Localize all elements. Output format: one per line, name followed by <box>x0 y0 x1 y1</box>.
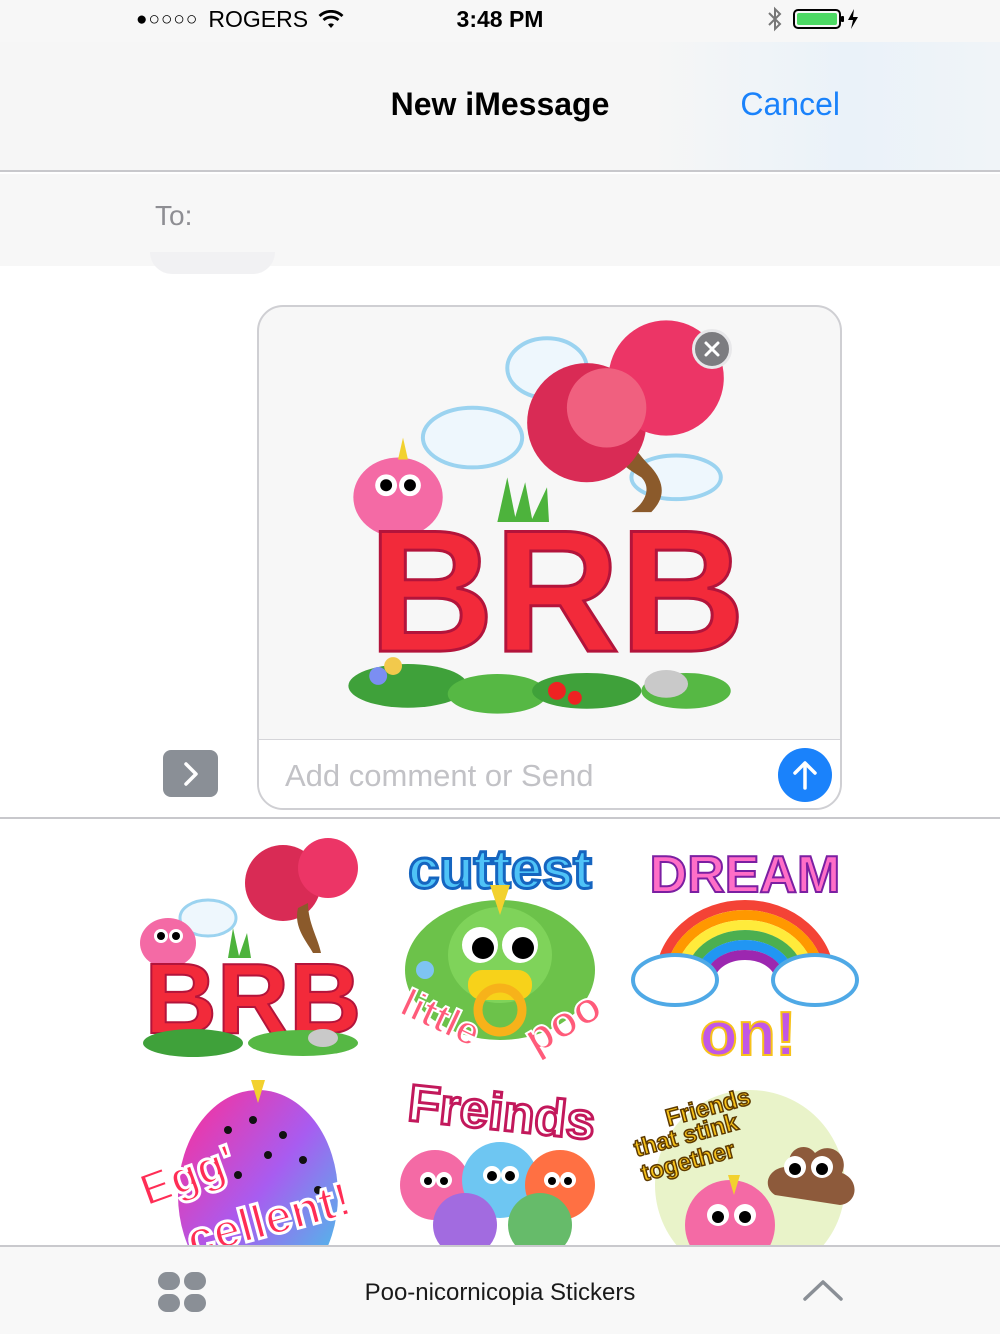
battery-charging-icon <box>793 9 858 29</box>
cancel-button[interactable]: Cancel <box>740 86 840 123</box>
navigation-bar: New iMessage Cancel <box>0 42 1000 172</box>
chevron-right-icon <box>183 761 198 786</box>
bluetooth-icon <box>768 6 782 32</box>
chevron-up-icon[interactable] <box>802 1277 844 1303</box>
close-icon <box>704 341 720 357</box>
sticker-pack-title: Poo-nicornicopia Stickers <box>364 1279 636 1306</box>
sticker-friends-that-stink[interactable]: Friends that stink together <box>630 1075 865 1245</box>
expand-apps-button[interactable] <box>163 750 218 797</box>
status-bar: ●○○○○ ROGERS 3:48 PM <box>0 0 1000 42</box>
comment-field[interactable]: Add comment or Send <box>259 739 840 808</box>
divider <box>0 817 1000 819</box>
status-icons <box>766 6 864 32</box>
sticker-egg-cellent[interactable]: Egg' cellent! <box>133 1075 373 1245</box>
sticker-freinds[interactable]: Freinds <box>380 1075 620 1245</box>
brb-sticker-preview[interactable]: BRB <box>259 307 840 739</box>
remove-sticker-button[interactable] <box>692 329 732 369</box>
arrow-up-icon <box>793 761 817 790</box>
sticker-freinds-text: Freinds <box>405 1075 598 1152</box>
sticker-dream-text: DREAM <box>650 846 841 904</box>
send-button[interactable] <box>778 748 832 802</box>
app-drawer-bar: Poo-nicornicopia Stickers <box>0 1245 1000 1334</box>
comment-input[interactable]: Add comment or Send <box>285 758 593 794</box>
imessage-screen: ●○○○○ ROGERS 3:48 PM New iMessage Cancel <box>0 0 1000 1334</box>
compose-card: BRB Add comment or Send <box>257 305 842 810</box>
brb-sticker-text: BRB <box>369 494 746 688</box>
to-label: To: <box>155 200 193 231</box>
previous-bubble <box>150 252 275 274</box>
sticker-on-text: on! <box>700 1000 796 1069</box>
sticker-dream-on[interactable]: DREAM on! <box>630 830 865 1070</box>
sticker-brb[interactable]: BRB <box>133 838 373 1068</box>
page-title: New iMessage <box>390 86 610 122</box>
sticker-cuttest-little-poo[interactable]: cuttest little poo <box>380 830 620 1070</box>
